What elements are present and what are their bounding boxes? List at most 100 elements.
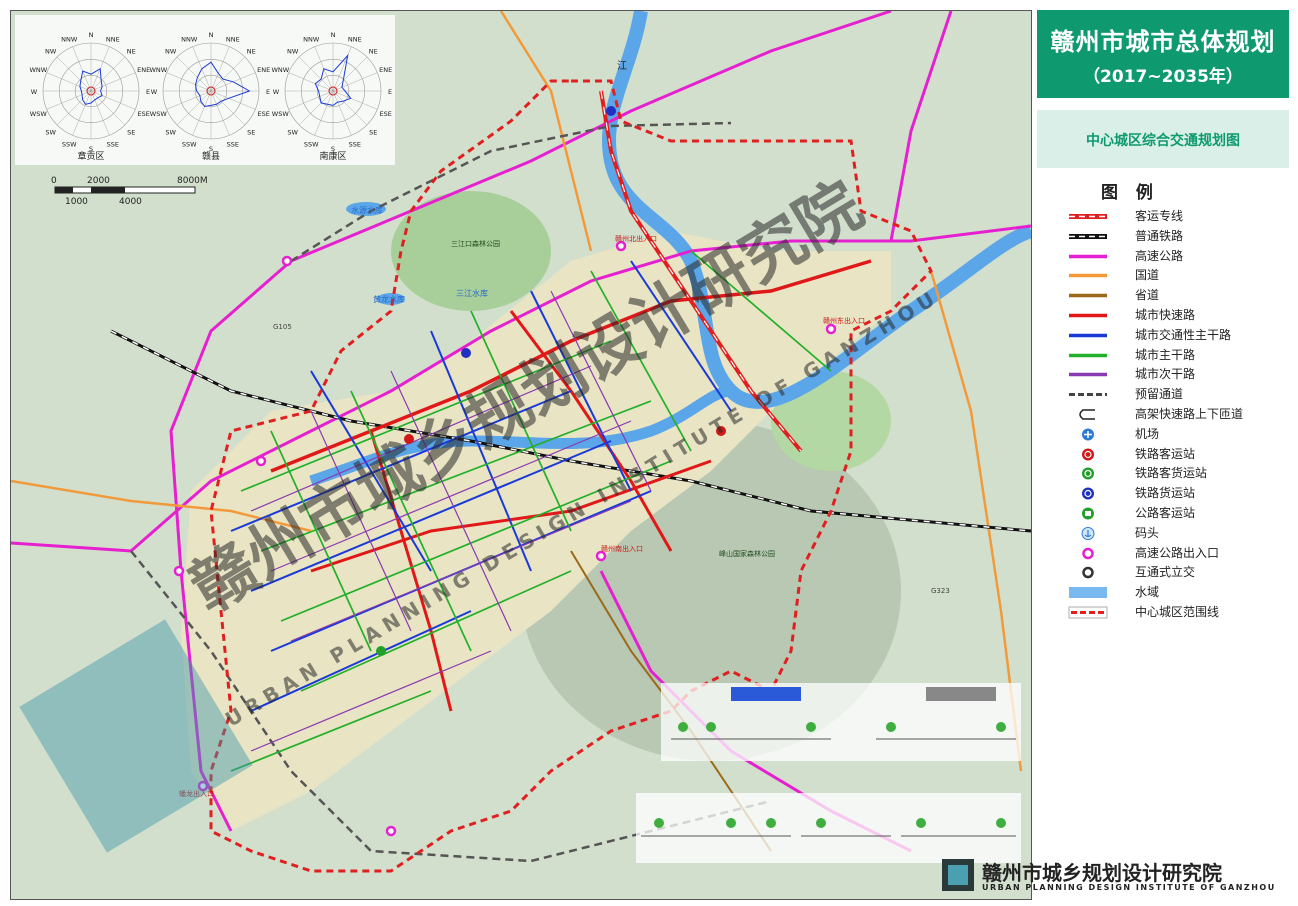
scale-tick-1000: 1000: [65, 197, 88, 207]
legend-label: 城市交通性主干路: [1135, 327, 1232, 342]
legend-symbol-rail-passenger-station: [1067, 446, 1109, 461]
legend-label: 城市快速路: [1135, 307, 1196, 322]
legend-label: 普通铁路: [1135, 228, 1184, 243]
legend-item: 中心城区范围线: [1067, 601, 1287, 621]
wind-rose-direction-label: NNE: [226, 35, 240, 43]
legend-item: 普通铁路: [1067, 225, 1287, 245]
legend-symbol-line: [1067, 347, 1109, 360]
legend-symbol-line: [1067, 287, 1109, 300]
wind-rose-direction-label: NNW: [61, 35, 78, 43]
subtitle-box: 中心城区综合交通规划图: [1037, 110, 1289, 168]
legend-label: 铁路货运站: [1135, 486, 1196, 501]
map-canvas[interactable]: NNW N NNE NE ENE E ESE SE SSE S SSW SW WSW W WNW NW 章贡区 N…: [10, 10, 1032, 900]
legend-symbol-line: [1067, 267, 1109, 280]
legend-label: 公路客运站: [1135, 505, 1196, 520]
wind-rose-direction-label: SE: [247, 128, 255, 136]
legend-symbol-line: [1067, 366, 1109, 379]
legend-symbol-dashed: [1067, 386, 1109, 399]
legend-item: 高速公路出入口: [1067, 542, 1287, 562]
wind-rose-direction-label: SW: [287, 128, 298, 136]
wind-rose-direction-label: E: [388, 88, 392, 96]
institute-logo: [942, 859, 974, 891]
institute-name-en: URBAN PLANNING DESIGN INSTITUTE OF GANZH…: [982, 883, 1276, 892]
wind-rose-direction-label: N: [89, 31, 94, 39]
legend-label: 国道: [1135, 268, 1160, 283]
legend-item: 城市主干路: [1067, 344, 1287, 364]
wind-rose-direction-label: SSE: [107, 141, 119, 149]
legend-item: 铁路客货运站: [1067, 462, 1287, 482]
wind-rose-direction-label: ENE: [379, 66, 392, 74]
wind-rose-direction-label: WSW: [272, 110, 290, 118]
wind-rose-direction-label: NNW: [181, 35, 198, 43]
legend-item: 水域: [1067, 581, 1287, 601]
legend-item: 高架快速路上下匝道: [1067, 403, 1287, 423]
legend-label: 客运专线: [1135, 209, 1184, 223]
wind-rose-direction-label: SW: [45, 128, 56, 136]
wind-rose-direction-label: WNW: [271, 66, 289, 74]
legend-item: 码头: [1067, 522, 1287, 542]
legend-item: 铁路货运站: [1067, 482, 1287, 502]
scale-bar: [54, 186, 196, 194]
legend-item: 高速公路: [1067, 245, 1287, 265]
label-exit-3: 赣州南出入口: [601, 544, 643, 553]
legend-label: 高架快速路上下匝道: [1135, 406, 1244, 421]
wind-rose-direction-label: SSW: [304, 141, 319, 149]
wind-rose-direction-label: NE: [369, 48, 378, 56]
legend: 客运专线 普通铁路 高速公路 国道 省道 城市快速路 城市交通性主干路 城市主干路 城市次干路预…: [1067, 205, 1287, 621]
legend-label: 码头: [1135, 525, 1160, 540]
wind-rose-direction-label: NW: [287, 48, 299, 56]
wind-rose-direction-label: NNE: [348, 35, 362, 43]
wind-rose-direction-label: SSW: [182, 141, 197, 149]
wind-rose-direction-label: SW: [165, 128, 176, 136]
label-road-1: G105: [273, 323, 292, 331]
legend-symbol-rail-freight-station: [1067, 485, 1109, 500]
scale-tick-8000: 8000M: [177, 176, 208, 186]
label-exit-1: 赣州北出入口: [615, 234, 657, 243]
wind-rose-direction-label: E: [266, 88, 270, 96]
wind-rose-caption: 章贡区: [77, 150, 104, 162]
legend-symbol-water: [1067, 584, 1109, 599]
wind-rose-caption: 南康区: [319, 150, 346, 162]
legend-label: 铁路客运站: [1135, 446, 1196, 461]
wind-rose-direction-label: NE: [127, 48, 136, 56]
label-reservoir-3: 三江水库: [456, 288, 488, 298]
label-park-2: 峰山国家森林公园: [719, 549, 775, 558]
legend-symbol-line: [1067, 327, 1109, 340]
wind-rose-direction-label: NW: [165, 48, 177, 56]
legend-item: 客运专线: [1067, 205, 1287, 225]
label-park-1: 三江口森林公园: [451, 239, 500, 248]
wind-rose-direction-label: NE: [247, 48, 256, 56]
legend-symbol-port: [1067, 525, 1109, 540]
wind-rose-direction-label: SSE: [349, 141, 361, 149]
legend-label: 高速公路出入口: [1135, 545, 1220, 560]
label-reservoir-1: 水源水库: [351, 205, 383, 215]
legend-symbol-line: [1067, 248, 1109, 261]
legend-symbol-rail-mixed-station: [1067, 465, 1109, 480]
side-panel: 赣州市城市总体规划 （2017~2035年） 中心城区综合交通规划图 图 例 客…: [1037, 10, 1289, 898]
wind-rose-direction-label: N: [331, 31, 336, 39]
legend-label: 高速公路: [1135, 248, 1184, 263]
wind-rose-direction-label: WSW: [30, 110, 48, 118]
legend-title: 图 例: [1101, 183, 1159, 203]
label-road-2: G323: [931, 587, 950, 595]
label-exit-2: 赣州东出入口: [823, 316, 865, 325]
wind-rose-direction-label: NNE: [106, 35, 120, 43]
wind-rose-direction-label: SE: [127, 128, 135, 136]
wind-rose-direction-label: W: [151, 88, 158, 96]
legend-label: 城市主干路: [1135, 347, 1196, 362]
map-subtitle: 中心城区综合交通规划图: [1086, 133, 1240, 149]
wind-rose-direction-label: WNW: [29, 66, 47, 74]
legend-symbol-boundary: [1067, 604, 1109, 619]
legend-label: 水域: [1135, 585, 1160, 600]
wind-rose-direction-label: NNW: [303, 35, 320, 43]
legend-label: 机场: [1135, 426, 1160, 441]
wind-rose-direction-label: ESE: [380, 110, 392, 118]
wind-rose-caption: 赣县: [202, 150, 220, 162]
wind-rose-direction-label: ENE: [137, 66, 150, 74]
scale-tick-2000: 2000: [87, 176, 110, 186]
legend-label: 省道: [1135, 288, 1160, 303]
wind-rose-direction-label: E: [146, 88, 150, 96]
legend-symbol-ring: [1067, 564, 1109, 579]
institute-footer: 赣州市城乡规划设计研究院 URBAN PLANNING DESIGN INSTI…: [940, 855, 1290, 897]
legend-label: 铁路客货运站: [1135, 466, 1208, 481]
